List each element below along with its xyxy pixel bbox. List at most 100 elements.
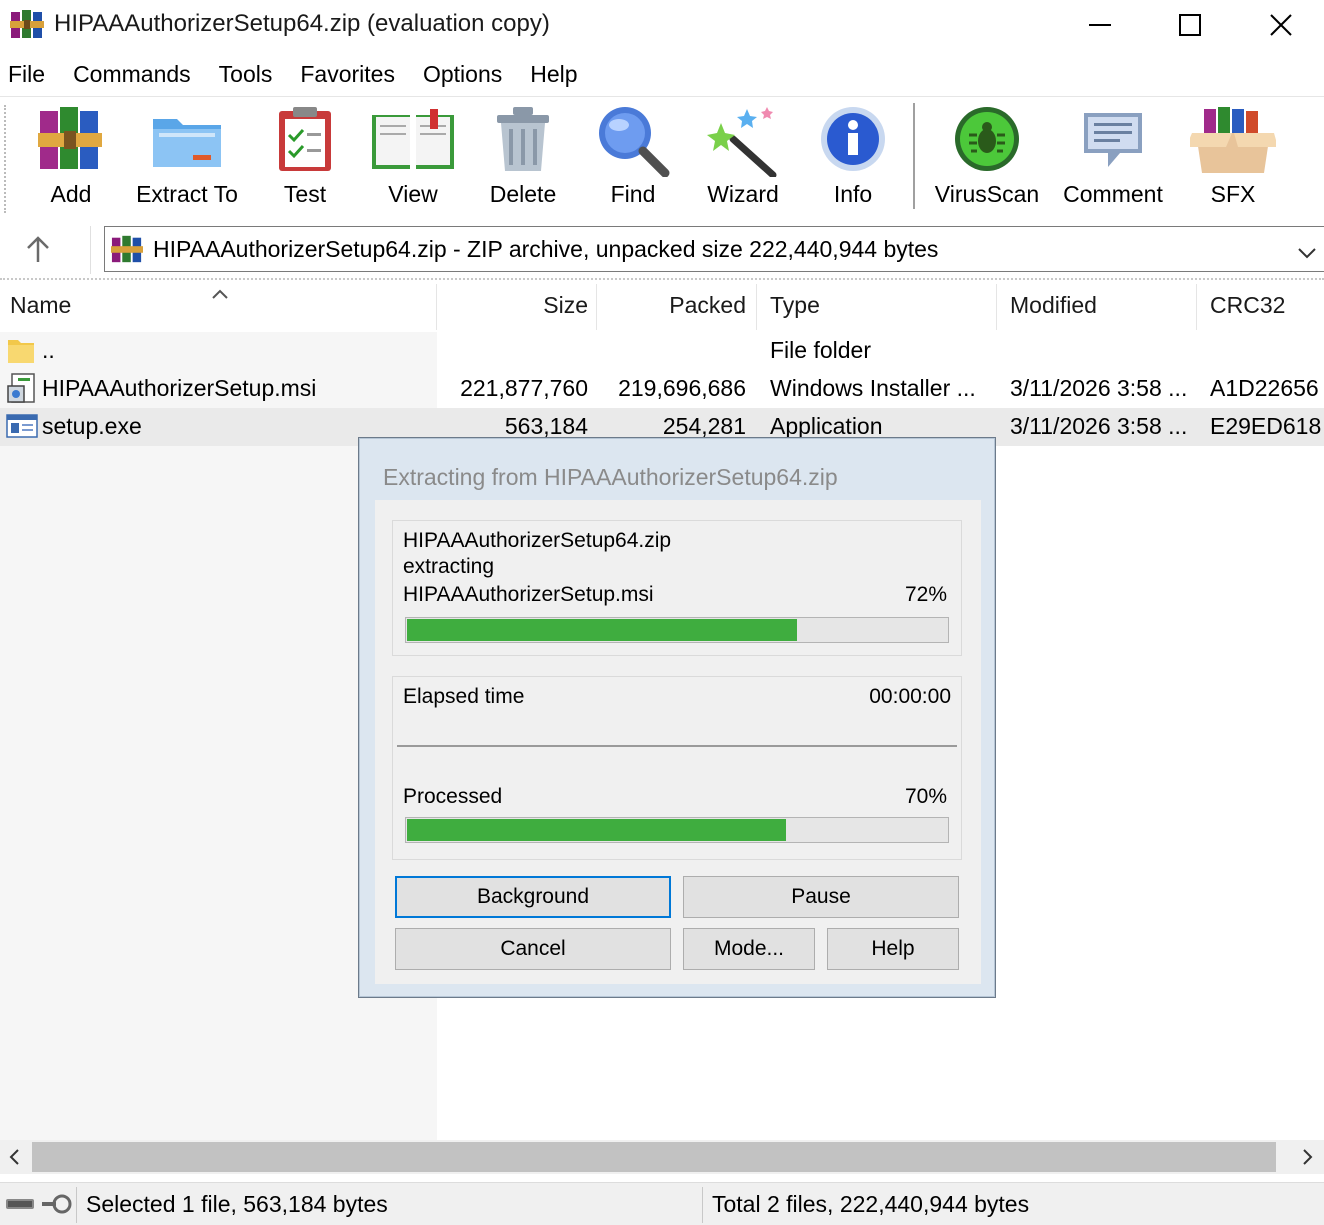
msi-icon: [6, 372, 38, 412]
minimize-button[interactable]: [1055, 0, 1145, 50]
test-clipboard-icon: [279, 107, 331, 171]
action-label: extracting: [403, 555, 495, 578]
file-modified: 3/11/2026 3:58 ...: [1010, 413, 1188, 439]
processed-percent: 70%: [904, 785, 947, 808]
info-icon: [821, 107, 885, 171]
view-book-icon: [372, 109, 454, 169]
menu-commands[interactable]: Commands: [65, 61, 205, 88]
column-header-modified[interactable]: Modified: [1010, 292, 1097, 319]
folder-icon: [6, 334, 36, 372]
group-divider: [397, 745, 957, 747]
address-text: HIPAAAuthorizerSetup64.zip - ZIP archive…: [153, 236, 939, 262]
add-button[interactable]: Add: [16, 105, 126, 215]
column-divider[interactable]: [996, 284, 997, 330]
extraction-dialog: Extracting from HIPAAAuthorizerSetup64.z…: [358, 437, 996, 998]
virusscan-button[interactable]: VirusScan: [932, 105, 1042, 215]
column-header-size[interactable]: Size: [438, 292, 588, 319]
file-packed: 254,281: [662, 413, 746, 439]
file-name: HIPAAAuthorizerSetup.msi: [42, 375, 317, 401]
extract-folder-icon: [153, 119, 221, 167]
column-header-name[interactable]: Name: [10, 292, 71, 319]
table-row[interactable]: HIPAAAuthorizerSetup.msi 221,877,760 219…: [0, 370, 1324, 408]
minimize-icon: [1089, 24, 1111, 26]
elapsed-label: Elapsed time: [403, 685, 525, 708]
column-headers: Name Size Packed Type Modified CRC32: [0, 284, 1324, 330]
scroll-left-icon[interactable]: [4, 1146, 26, 1168]
file-progress-bar: [405, 617, 949, 643]
maximize-button[interactable]: [1145, 0, 1235, 50]
sfx-button[interactable]: SFX: [1178, 105, 1288, 215]
toolbar-divider: [0, 278, 1324, 282]
exe-icon: [6, 410, 38, 448]
maximize-icon: [1179, 14, 1201, 36]
status-divider: [702, 1187, 703, 1223]
column-header-crc32[interactable]: CRC32: [1210, 292, 1285, 319]
total-progress-group: Elapsed time 00:00:00 Processed 70%: [392, 676, 962, 860]
menu-tools[interactable]: Tools: [211, 61, 287, 88]
processed-progress-bar: [405, 817, 949, 843]
up-folder-button[interactable]: [20, 232, 60, 266]
column-header-packed[interactable]: Packed: [598, 292, 746, 319]
magnifier-icon: [599, 107, 670, 177]
extract-to-button[interactable]: Extract To: [132, 105, 242, 215]
file-progress-fill: [407, 619, 798, 641]
dialog-body: HIPAAAuthorizerSetup64.zip extracting HI…: [375, 500, 981, 984]
status-selection: Selected 1 file, 563,184 bytes: [86, 1191, 388, 1217]
file-percent: 72%: [904, 583, 947, 606]
column-divider[interactable]: [436, 284, 437, 330]
file-type: Application: [770, 413, 883, 439]
elapsed-value: 00:00:00: [869, 685, 951, 708]
file-progress-group: HIPAAAuthorizerSetup64.zip extracting HI…: [392, 520, 962, 656]
column-divider[interactable]: [596, 284, 597, 330]
menu-options[interactable]: Options: [415, 61, 516, 88]
file-type: File folder: [770, 337, 871, 363]
menu-file[interactable]: File: [0, 61, 59, 88]
file-size: 563,184: [504, 413, 588, 439]
menu-help[interactable]: Help: [522, 61, 591, 88]
menu-favorites[interactable]: Favorites: [292, 61, 409, 88]
dialog-title: Extracting from HIPAAAuthorizerSetup64.z…: [383, 464, 838, 490]
status-total: Total 2 files, 222,440,944 bytes: [712, 1191, 1030, 1217]
pause-button[interactable]: Pause: [683, 876, 959, 918]
file-size: 221,877,760: [460, 375, 588, 401]
sort-ascending-icon: [210, 280, 230, 307]
address-separator: [90, 226, 91, 274]
help-button[interactable]: Help: [827, 928, 959, 970]
file-packed: 219,696,686: [618, 375, 746, 401]
scrollbar-thumb[interactable]: [32, 1142, 1276, 1172]
cancel-button[interactable]: Cancel: [395, 928, 671, 970]
horizontal-scrollbar[interactable]: [0, 1140, 1324, 1174]
trash-icon: [497, 107, 549, 171]
processed-progress-fill: [407, 819, 787, 841]
file-type: Windows Installer ...: [770, 375, 976, 401]
scroll-right-icon[interactable]: [1296, 1146, 1318, 1168]
file-name: ..: [42, 337, 55, 363]
file-crc32: E29ED618: [1210, 413, 1322, 439]
info-label: Info: [833, 181, 873, 207]
column-divider[interactable]: [756, 284, 757, 330]
close-icon: [1270, 14, 1292, 36]
add-archive-icon: [38, 107, 102, 169]
address-bar[interactable]: HIPAAAuthorizerSetup64.zip - ZIP archive…: [104, 226, 1324, 272]
archive-icon: [111, 233, 143, 265]
background-button[interactable]: Background: [395, 876, 671, 918]
wizard-wand-icon: [707, 107, 777, 177]
close-button[interactable]: [1236, 0, 1324, 50]
file-crc32: A1D22656: [1210, 375, 1319, 401]
comment-button[interactable]: Comment: [1058, 105, 1168, 215]
status-bar: Selected 1 file, 563,184 bytes Total 2 f…: [0, 1182, 1324, 1225]
drive-key-icon: [4, 1191, 74, 1223]
mode-button[interactable]: Mode...: [683, 928, 815, 970]
virus-scan-icon: [955, 107, 1019, 171]
info-button[interactable]: Info: [798, 105, 908, 215]
comment-icon: [1084, 113, 1142, 167]
table-row[interactable]: .. File folder: [0, 332, 1324, 370]
file-name: setup.exe: [42, 413, 142, 439]
title-bar: HIPAAAuthorizerSetup64.zip (evaluation c…: [0, 0, 1324, 50]
column-divider[interactable]: [1196, 284, 1197, 330]
window-title: HIPAAAuthorizerSetup64.zip (evaluation c…: [54, 10, 550, 37]
current-file: HIPAAAuthorizerSetup.msi: [403, 583, 654, 606]
chevron-down-icon[interactable]: [1297, 239, 1317, 266]
winrar-icon: [10, 8, 44, 40]
column-header-type[interactable]: Type: [770, 292, 820, 319]
